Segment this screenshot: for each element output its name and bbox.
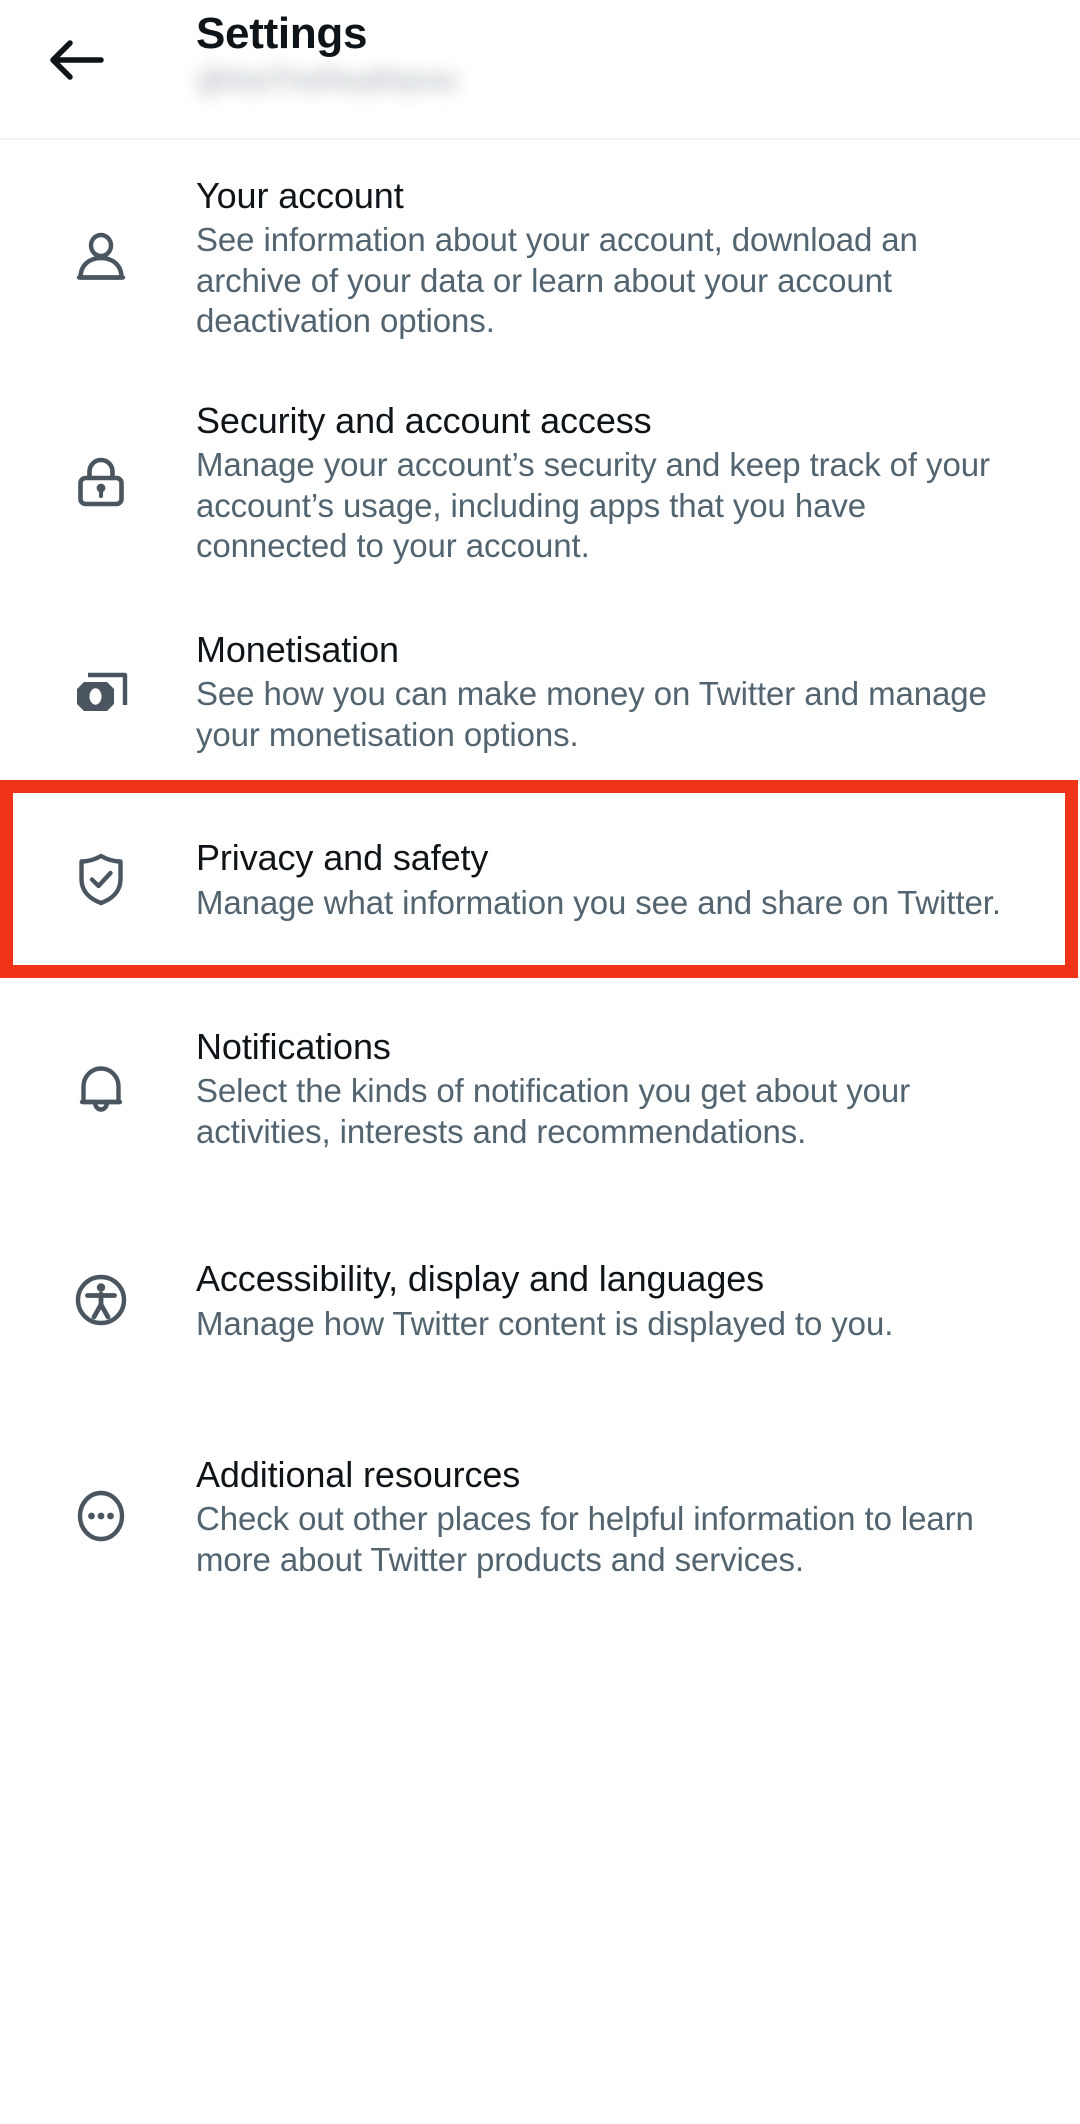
settings-item-body: Your account See information about your … [196, 173, 1050, 341]
shield-check-icon [0, 851, 196, 907]
settings-item-description: Select the kinds of notification you get… [196, 1072, 911, 1150]
settings-item-body: Security and account access Manage your … [196, 398, 1050, 566]
settings-item-description: Manage your account’s security and keep … [196, 446, 990, 564]
back-button[interactable] [44, 28, 108, 92]
settings-header: Settings @NotTheRealName [0, 0, 1080, 140]
settings-item-body: Privacy and safety Manage what informati… [196, 835, 1050, 923]
arrow-left-icon [47, 37, 105, 83]
settings-item-title: Privacy and safety [196, 837, 489, 879]
lock-icon [0, 454, 196, 510]
settings-item-description: Manage how Twitter content is displayed … [196, 1304, 894, 1342]
accessibility-icon [0, 1272, 196, 1328]
settings-item-title: Your account [196, 174, 404, 216]
settings-item-title: Monetisation [196, 629, 399, 671]
bell-icon [0, 1060, 196, 1116]
settings-item-monetisation[interactable]: Monetisation See how you can make money … [0, 596, 1080, 786]
settings-item-accessibility-display-and-languages[interactable]: Accessibility, display and languages Man… [0, 1204, 1080, 1396]
settings-item-title: Notifications [196, 1026, 391, 1068]
page-title: Settings [196, 9, 368, 58]
settings-item-title: Accessibility, display and languages [196, 1258, 765, 1300]
settings-item-privacy-and-safety[interactable]: Privacy and safety Manage what informati… [0, 786, 1080, 972]
settings-item-body: Additional resources Check out other pla… [196, 1452, 1050, 1580]
settings-item-description: Manage what information you see and shar… [196, 883, 1001, 921]
settings-item-description: Check out other places for helpful infor… [196, 1500, 974, 1578]
settings-item-body: Notifications Select the kinds of notifi… [196, 1024, 1050, 1152]
account-handle: @NotTheRealName [196, 64, 458, 97]
settings-item-title: Security and account access [196, 399, 652, 441]
settings-item-title: Additional resources [196, 1454, 521, 1496]
settings-item-body: Monetisation See how you can make money … [196, 627, 1050, 755]
settings-item-description: See how you can make money on Twitter an… [196, 675, 987, 753]
settings-item-additional-resources[interactable]: Additional resources Check out other pla… [0, 1396, 1080, 1636]
settings-item-notifications[interactable]: Notifications Select the kinds of notifi… [0, 972, 1080, 1204]
person-icon [0, 229, 196, 285]
settings-item-description: See information about your account, down… [196, 221, 918, 339]
settings-item-security-and-account-access[interactable]: Security and account access Manage your … [0, 368, 1080, 596]
ellipsis-circle-icon [0, 1488, 196, 1544]
settings-list: Your account See information about your … [0, 140, 1080, 1636]
header-text-block: Settings @NotTheRealName [196, 8, 458, 99]
settings-item-body: Accessibility, display and languages Man… [196, 1256, 1050, 1344]
settings-item-your-account[interactable]: Your account See information about your … [0, 140, 1080, 368]
banknote-icon [0, 663, 196, 719]
